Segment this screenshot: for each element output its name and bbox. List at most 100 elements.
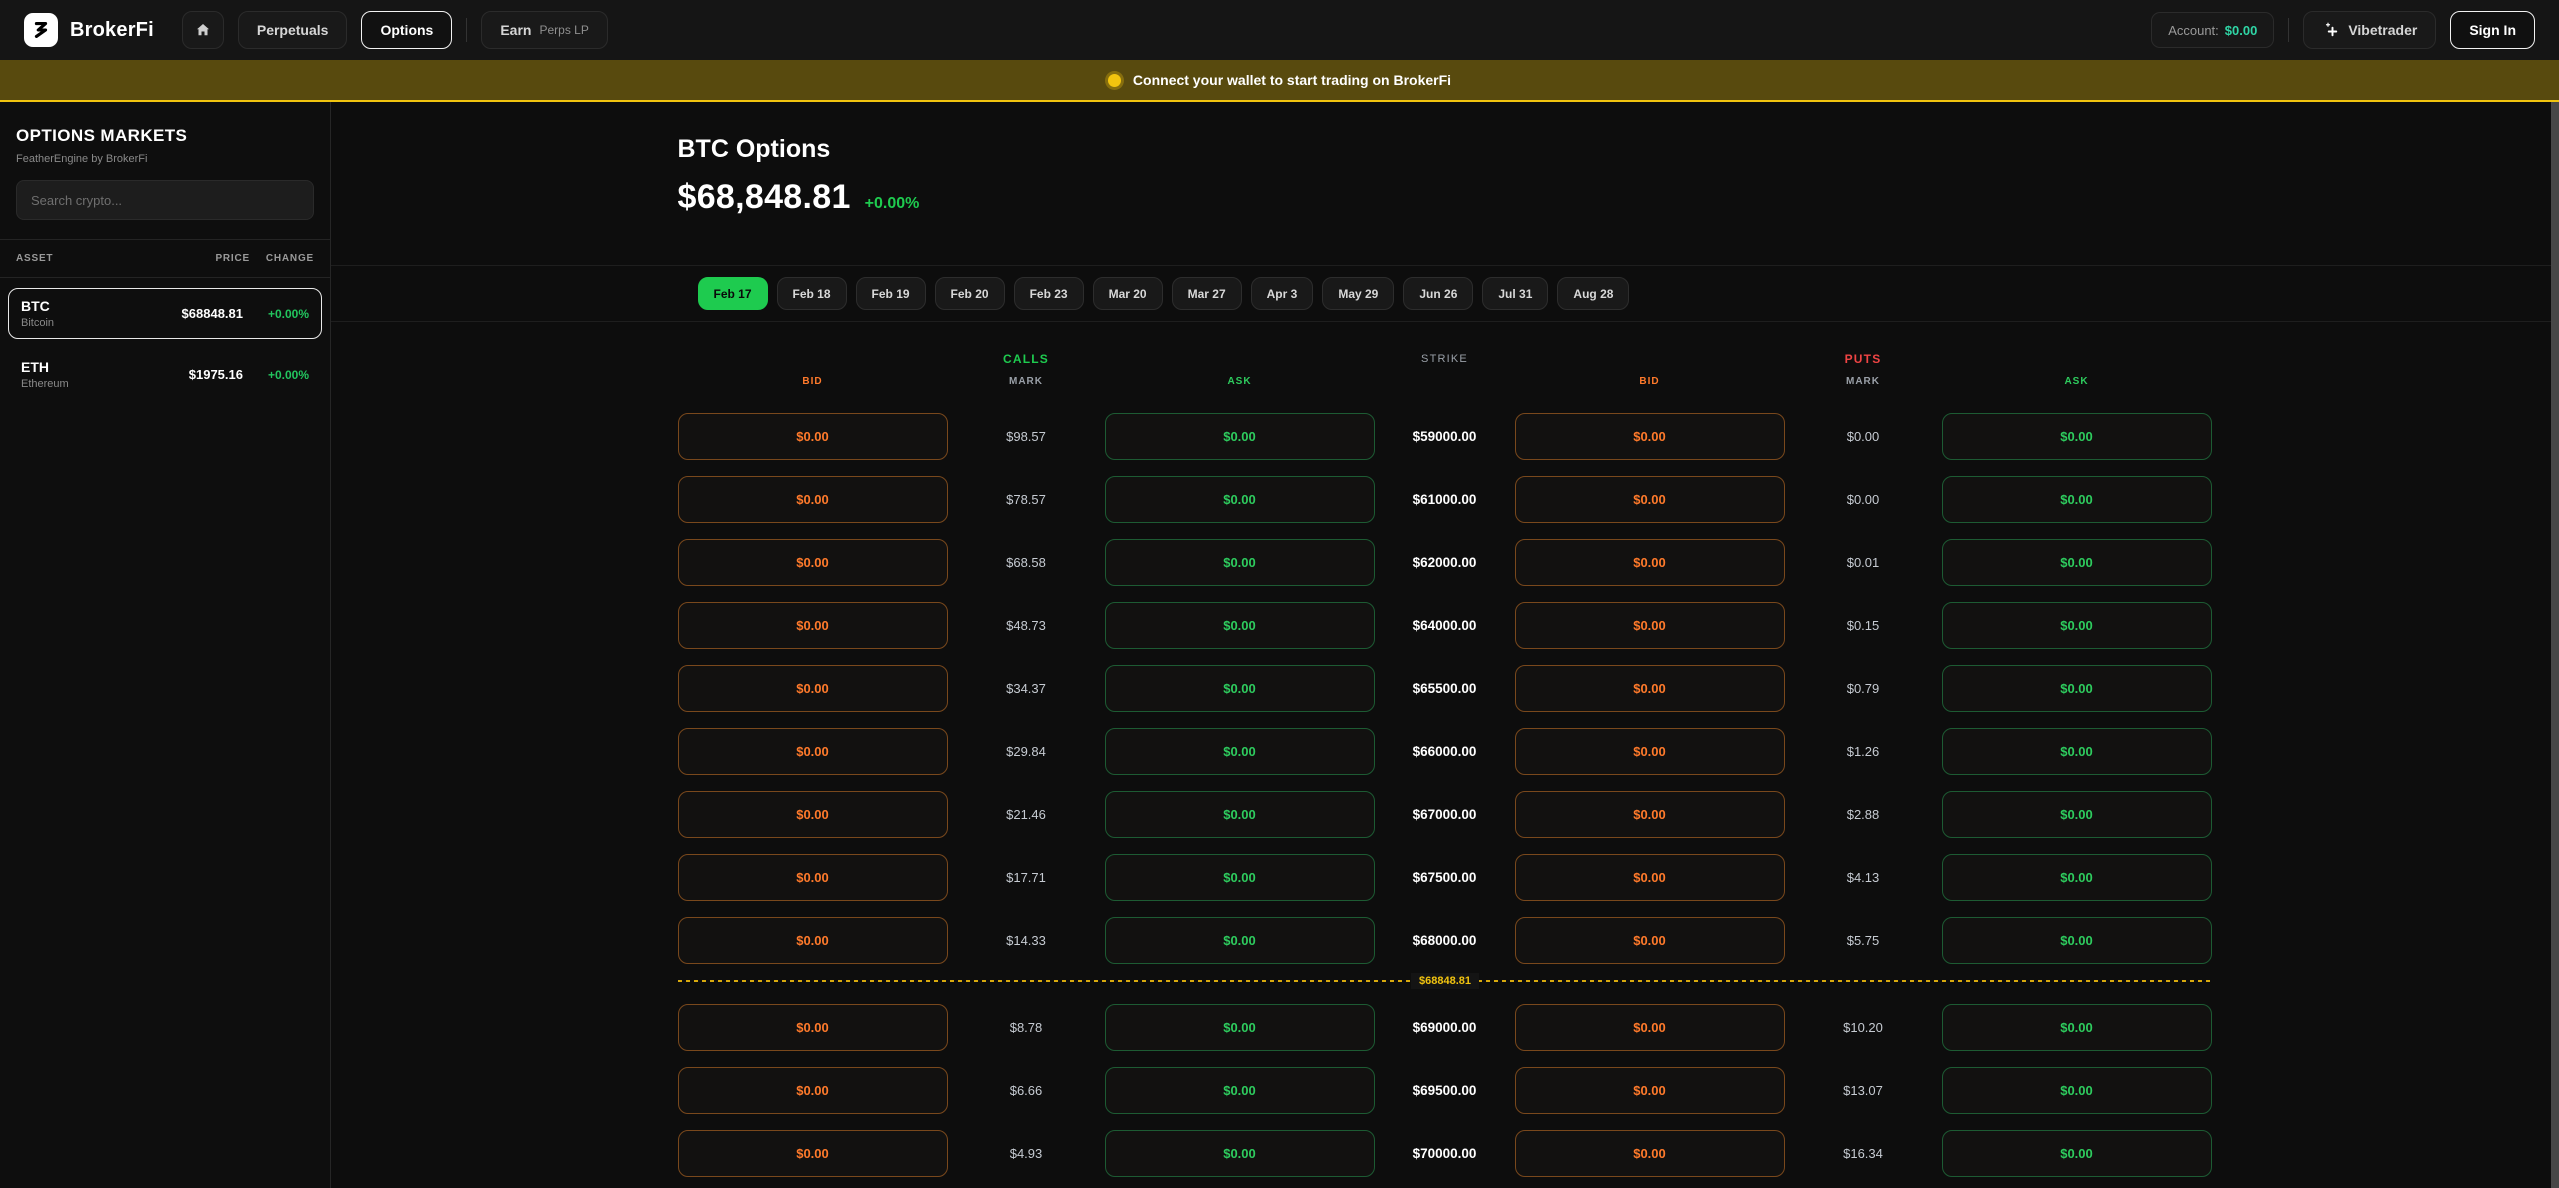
put-mark-value: $4.13 (1785, 870, 1942, 885)
call-ask-button[interactable]: $0.00 (1105, 665, 1375, 712)
call-ask-button[interactable]: $0.00 (1105, 917, 1375, 964)
put-bid-button[interactable]: $0.00 (1515, 413, 1785, 460)
puts-header: PUTS (1785, 352, 1942, 366)
puts-ask-header: ASK (1942, 376, 2212, 387)
call-ask-button[interactable]: $0.00 (1105, 476, 1375, 523)
call-bid-button[interactable]: $0.00 (678, 665, 948, 712)
expiry-tab-mar-27[interactable]: Mar 27 (1172, 277, 1242, 310)
page-title: BTC Options (678, 102, 2213, 164)
nav-divider (466, 18, 467, 42)
sidebar-subtitle: FeatherEngine by BrokerFi (16, 153, 314, 165)
calls-header: CALLS (948, 352, 1105, 366)
call-bid-button[interactable]: $0.00 (678, 791, 948, 838)
chain-row: $0.00 $78.57 $0.00 $61000.00 $0.00 $0.00… (678, 476, 2213, 523)
expiry-tab-feb-18[interactable]: Feb 18 (777, 277, 847, 310)
put-ask-button[interactable]: $0.00 (1942, 476, 2212, 523)
vertical-scrollbar[interactable] (2551, 102, 2559, 1188)
put-ask-button[interactable]: $0.00 (1942, 1067, 2212, 1114)
strike-value: $64000.00 (1375, 618, 1515, 633)
asset-table-header: ASSET PRICE CHANGE (0, 239, 330, 278)
put-mark-value: $1.26 (1785, 744, 1942, 759)
call-bid-button[interactable]: $0.00 (678, 1130, 948, 1177)
put-bid-button[interactable]: $0.00 (1515, 602, 1785, 649)
strike-value: $62000.00 (1375, 555, 1515, 570)
expiry-tab-feb-19[interactable]: Feb 19 (856, 277, 926, 310)
put-ask-button[interactable]: $0.00 (1942, 854, 2212, 901)
call-ask-button[interactable]: $0.00 (1105, 602, 1375, 649)
call-bid-button[interactable]: $0.00 (678, 728, 948, 775)
asset-row-eth[interactable]: ETH Ethereum $1975.16 +0.00% (8, 349, 322, 400)
put-bid-button[interactable]: $0.00 (1515, 854, 1785, 901)
home-icon (194, 21, 212, 39)
put-mark-value: $5.75 (1785, 933, 1942, 948)
put-ask-button[interactable]: $0.00 (1942, 413, 2212, 460)
put-bid-button[interactable]: $0.00 (1515, 539, 1785, 586)
options-main-panel: BTC Options $68,848.81 +0.00% Feb 17Feb … (331, 102, 2559, 1188)
call-ask-button[interactable]: $0.00 (1105, 539, 1375, 586)
put-ask-button[interactable]: $0.00 (1942, 665, 2212, 712)
chain-row: $0.00 $21.46 $0.00 $67000.00 $0.00 $2.88… (678, 791, 2213, 838)
put-ask-button[interactable]: $0.00 (1942, 791, 2212, 838)
chain-group-header: CALLS STRIKE PUTS (678, 352, 2213, 366)
call-mark-value: $4.93 (948, 1146, 1105, 1161)
call-ask-button[interactable]: $0.00 (1105, 1130, 1375, 1177)
put-bid-button[interactable]: $0.00 (1515, 1130, 1785, 1177)
expiry-tab-feb-23[interactable]: Feb 23 (1014, 277, 1084, 310)
call-ask-button[interactable]: $0.00 (1105, 728, 1375, 775)
call-bid-button[interactable]: $0.00 (678, 854, 948, 901)
call-bid-button[interactable]: $0.00 (678, 413, 948, 460)
call-bid-button[interactable]: $0.00 (678, 1067, 948, 1114)
call-ask-button[interactable]: $0.00 (1105, 1004, 1375, 1051)
nav-earn[interactable]: Earn Perps LP (481, 11, 607, 49)
put-ask-button[interactable]: $0.00 (1942, 1130, 2212, 1177)
asset-price: $68848.81 (147, 306, 243, 321)
expiry-tab-feb-20[interactable]: Feb 20 (935, 277, 1005, 310)
put-bid-button[interactable]: $0.00 (1515, 728, 1785, 775)
expiry-tab-may-29[interactable]: May 29 (1322, 277, 1394, 310)
expiry-tab-mar-20[interactable]: Mar 20 (1093, 277, 1163, 310)
put-mark-value: $16.34 (1785, 1146, 1942, 1161)
call-bid-button[interactable]: $0.00 (678, 476, 948, 523)
logo-glyph (30, 19, 52, 41)
put-bid-button[interactable]: $0.00 (1515, 791, 1785, 838)
put-ask-button[interactable]: $0.00 (1942, 539, 2212, 586)
calls-bid-header: BID (678, 376, 948, 387)
account-label: Account: (2168, 23, 2219, 38)
put-bid-button[interactable]: $0.00 (1515, 1004, 1785, 1051)
call-bid-button[interactable]: $0.00 (678, 917, 948, 964)
chain-row: $0.00 $8.78 $0.00 $69000.00 $0.00 $10.20… (678, 1004, 2213, 1051)
nav-perpetuals[interactable]: Perpetuals (238, 11, 348, 49)
brokerfi-logo-icon[interactable] (24, 13, 58, 47)
nav-options[interactable]: Options (361, 11, 452, 49)
call-bid-button[interactable]: $0.00 (678, 1004, 948, 1051)
call-mark-value: $78.57 (948, 492, 1105, 507)
call-bid-button[interactable]: $0.00 (678, 539, 948, 586)
put-ask-button[interactable]: $0.00 (1942, 1004, 2212, 1051)
put-bid-button[interactable]: $0.00 (1515, 1067, 1785, 1114)
home-button[interactable] (182, 11, 224, 49)
call-ask-button[interactable]: $0.00 (1105, 791, 1375, 838)
put-ask-button[interactable]: $0.00 (1942, 602, 2212, 649)
put-mark-value: $0.00 (1785, 492, 1942, 507)
chain-row: $0.00 $29.84 $0.00 $66000.00 $0.00 $1.26… (678, 728, 2213, 775)
put-bid-button[interactable]: $0.00 (1515, 665, 1785, 712)
expiry-tab-aug-28[interactable]: Aug 28 (1557, 277, 1629, 310)
asset-row-btc[interactable]: BTC Bitcoin $68848.81 +0.00% (8, 288, 322, 339)
put-ask-button[interactable]: $0.00 (1942, 728, 2212, 775)
sign-in-button[interactable]: Sign In (2450, 11, 2535, 49)
call-bid-button[interactable]: $0.00 (678, 602, 948, 649)
expiry-tab-jun-26[interactable]: Jun 26 (1403, 277, 1473, 310)
expiry-tab-jul-31[interactable]: Jul 31 (1482, 277, 1548, 310)
put-bid-button[interactable]: $0.00 (1515, 917, 1785, 964)
call-ask-button[interactable]: $0.00 (1105, 1067, 1375, 1114)
call-ask-button[interactable]: $0.00 (1105, 854, 1375, 901)
expiry-tab-apr-3[interactable]: Apr 3 (1251, 277, 1314, 310)
account-balance-chip[interactable]: Account: $0.00 (2151, 12, 2274, 48)
search-crypto-input[interactable] (16, 180, 314, 220)
put-bid-button[interactable]: $0.00 (1515, 476, 1785, 523)
chain-row: $0.00 $4.93 $0.00 $70000.00 $0.00 $16.34… (678, 1130, 2213, 1177)
expiry-tab-feb-17[interactable]: Feb 17 (698, 277, 768, 310)
call-ask-button[interactable]: $0.00 (1105, 413, 1375, 460)
put-ask-button[interactable]: $0.00 (1942, 917, 2212, 964)
vibetrader-button[interactable]: Vibetrader (2303, 11, 2436, 49)
